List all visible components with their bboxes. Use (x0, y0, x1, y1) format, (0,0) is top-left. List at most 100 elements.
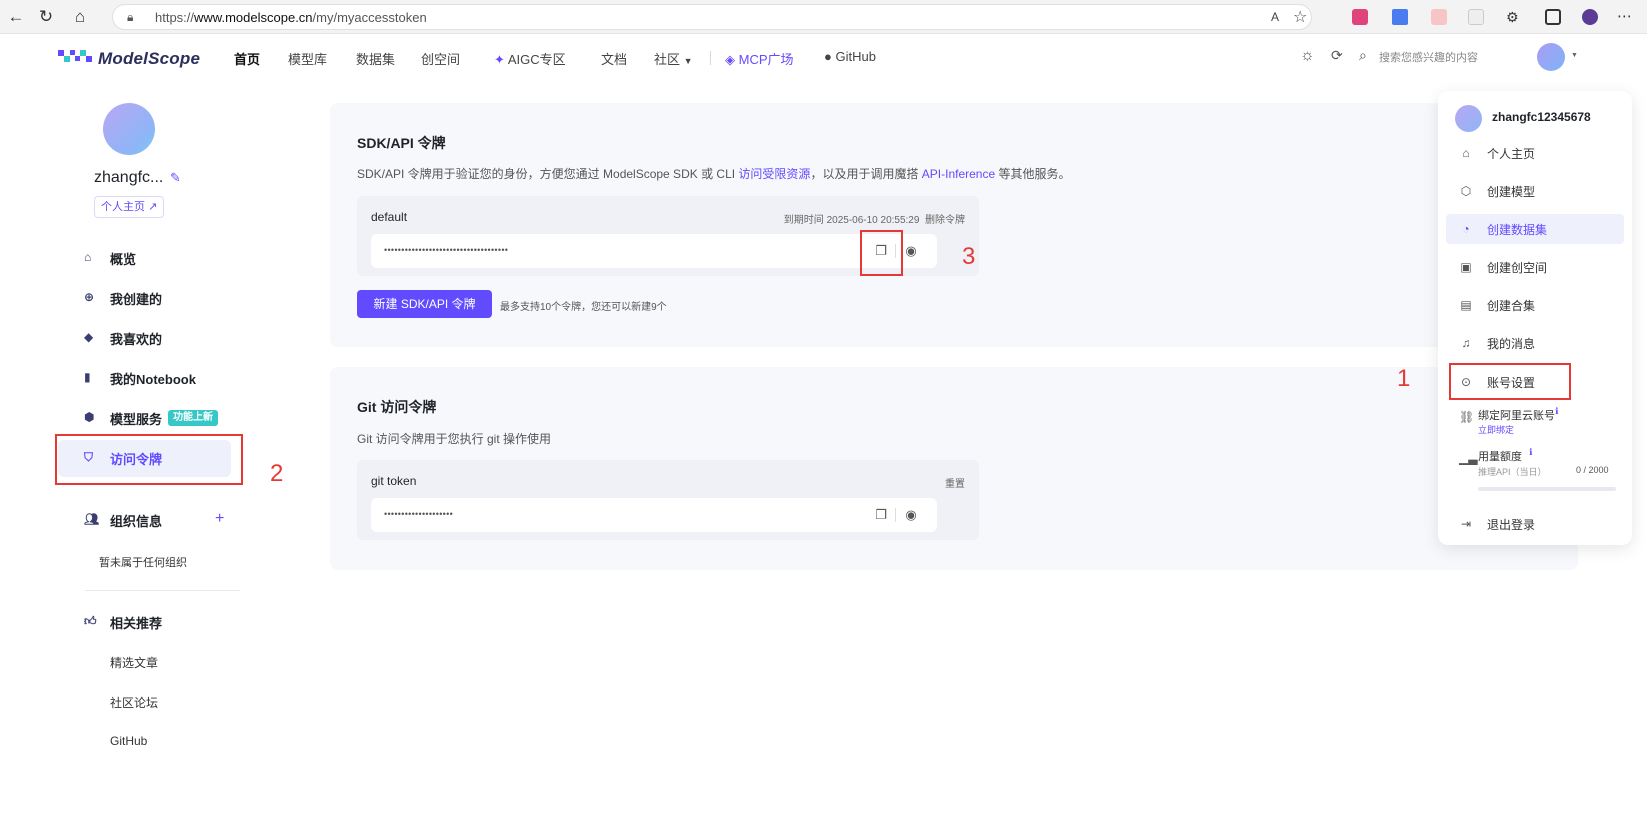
nav-aigc[interactable]: ✦ AIGC专区 (494, 49, 566, 68)
puzzle-icon[interactable]: ⚙ (1506, 9, 1522, 25)
users-icon: 👥︎ (84, 512, 100, 526)
reload-icon[interactable]: ↻ (36, 7, 56, 27)
chevron-down-icon: ▼ (683, 56, 693, 66)
quota-value: 0 / 2000 (1576, 465, 1609, 475)
menu-item-homepage[interactable]: ⌂ 个人主页 (1446, 138, 1624, 168)
collection-icon: ▤ (1460, 298, 1472, 312)
sparkle-icon: ✦ (494, 52, 505, 67)
language-icon[interactable]: ⟳ (1331, 47, 1343, 64)
mcp-icon: ◈ (725, 52, 735, 67)
site-header: ModelScope 首页 模型库 数据集 创空间 ✦ AIGC专区 文档 社区… (0, 34, 1647, 90)
copy-icon[interactable]: ❐ (873, 507, 889, 523)
api-inference-link[interactable]: API-Inference (922, 167, 995, 181)
modelscope-logo-icon[interactable] (58, 47, 92, 65)
nav-datasets[interactable]: 数据集 (356, 49, 395, 68)
git-token-panel: Git 访问令牌 Git 访问令牌用于您执行 git 操作使用 git toke… (330, 367, 1578, 570)
new-sdk-token-button[interactable]: 新建 SDK/API 令牌 (357, 290, 492, 318)
quota-sub: 推理API（当日） (1478, 467, 1547, 477)
nav-docs[interactable]: 文档 (601, 49, 627, 68)
annotation-box-3 (860, 230, 903, 276)
user-dropdown-menu: zhangfc12345678 ⌂ 个人主页 ⬡ 创建模型 ◔ 创建数据集 ▣ 创建创空… (1438, 91, 1632, 545)
eye-icon[interactable]: ◉ (903, 243, 919, 259)
browser-toolbar: ← ↻ ⌂ 🔒︎ https://www.modelscope.cn/my/my… (0, 0, 1647, 34)
home-icon: ⌂ (84, 250, 92, 264)
avatar-chevron-icon[interactable]: ▼ (1571, 52, 1578, 59)
thumbs-up-icon: 👍︎ (84, 614, 97, 628)
menu-item-logout[interactable]: ⇥ 退出登录 (1446, 509, 1624, 539)
extension-1-icon[interactable] (1352, 9, 1368, 25)
home-icon: ⌂ (1462, 146, 1470, 160)
profile-icon[interactable] (1582, 9, 1598, 25)
add-org-icon[interactable]: + (215, 510, 224, 528)
chart-icon: ▁▃ (1459, 451, 1478, 465)
menu-item-messages[interactable]: ♫ 我的消息 (1446, 328, 1624, 358)
favorite-star-icon[interactable]: ☆ (1293, 7, 1307, 27)
bind-now-link[interactable]: 立即绑定 (1478, 423, 1514, 436)
back-icon[interactable]: ← (6, 7, 26, 27)
logo-text[interactable]: ModelScope (98, 49, 200, 69)
logout-icon: ⇥ (1460, 517, 1472, 531)
nav-models[interactable]: 模型库 (288, 49, 327, 68)
annotation-box-2 (55, 434, 243, 485)
sdk-token-field[interactable]: •••••••••••••••••••••••••••••••••••• ❐ ◉ (371, 234, 937, 268)
restricted-resources-link[interactable]: 访问受限资源 (738, 167, 810, 181)
collections-icon[interactable] (1545, 9, 1561, 25)
nav-home[interactable]: 首页 (234, 49, 260, 68)
extension-2-icon[interactable] (1392, 9, 1408, 25)
address-bar[interactable]: 🔒︎ https://www.modelscope.cn/my/myaccess… (112, 4, 1312, 30)
related-forum-link[interactable]: 社区论坛 (110, 694, 158, 711)
nav-community[interactable]: 社区 ▼ (654, 49, 693, 68)
git-reset-link[interactable]: 重置 (945, 475, 965, 490)
menu-item-bind-aliyun[interactable]: ⛓ 绑定阿里云账号 ℹ 立即绑定 (1446, 404, 1624, 438)
annotation-box-1 (1449, 363, 1571, 400)
diamond-icon: ◆ (84, 330, 94, 344)
sdk-token-meta: 到期时间 2025-06-10 20:55:29 删除令牌 (784, 211, 965, 226)
search-input[interactable]: ⌕ 搜索您感兴趣的内容 (1357, 45, 1522, 69)
menu-item-quota[interactable]: ▁▃ 用量额度 ℹ 推理API（当日） 0 / 2000 (1446, 445, 1624, 479)
sidebar-divider (85, 590, 240, 591)
menu-item-create-dataset[interactable]: ◔ 创建数据集 (1446, 214, 1624, 244)
nav-divider (710, 51, 711, 65)
quota-label: 用量额度 (1478, 451, 1522, 463)
profile-username: zhangfc... (94, 169, 164, 186)
cube-icon: ⬢ (84, 410, 95, 424)
git-token-field[interactable]: •••••••••••••••••••• ❐ ◉ (371, 498, 937, 532)
plus-circle-icon: ⊕ (84, 290, 95, 304)
home-icon[interactable]: ⌂ (70, 7, 90, 27)
delete-token-link[interactable]: 删除令牌 (925, 215, 965, 226)
extension-4-icon[interactable] (1468, 9, 1484, 25)
nav-github[interactable]: ● GitHub (824, 49, 876, 64)
org-empty-text: 暂未属于任何组织 (99, 557, 187, 569)
search-icon: ⌕ (1359, 47, 1367, 63)
sdk-token-name: default (371, 210, 408, 224)
nav-studios[interactable]: 创空间 (421, 49, 460, 68)
personal-homepage-link[interactable]: 个人主页 ↗ (94, 196, 165, 218)
sdk-description: SDK/API 令牌用于验证您的身份，方便您通过 ModelScope SDK … (357, 167, 1071, 181)
dataset-icon: ◔ (1462, 222, 1470, 236)
quota-progress-bar (1478, 487, 1616, 491)
read-aloud-icon[interactable]: A (1271, 10, 1279, 24)
sdk-title: SDK/API 令牌 (357, 135, 446, 151)
info-icon: ℹ (1529, 447, 1533, 457)
related-github-link[interactable]: GitHub (110, 734, 147, 748)
more-icon[interactable]: ⋯ (1617, 7, 1632, 25)
space-icon: ▣ (1460, 260, 1472, 274)
info-icon: ℹ (1555, 406, 1559, 416)
nav-mcp[interactable]: ◈ MCP广场 (725, 49, 794, 68)
bell-icon: ♫ (1461, 336, 1471, 350)
related-articles-link[interactable]: 精选文章 (110, 654, 158, 671)
url-text: https://www.modelscope.cn/my/myaccesstok… (155, 10, 427, 25)
token-limit-hint: 最多支持10个令牌，您还可以新建9个 (500, 302, 667, 313)
git-token-card: git token 重置 •••••••••••••••••••• ❐ ◉ (357, 460, 979, 540)
git-title: Git 访问令牌 (357, 399, 437, 415)
menu-avatar (1455, 105, 1482, 132)
user-avatar[interactable] (1537, 43, 1565, 71)
menu-item-create-space[interactable]: ▣ 创建创空间 (1446, 252, 1624, 282)
theme-sun-icon[interactable]: ☼ (1300, 47, 1315, 65)
edit-profile-icon[interactable]: ✎ (170, 170, 181, 186)
extension-3-icon[interactable] (1431, 9, 1447, 25)
annotation-number-3: 3 (962, 243, 976, 270)
eye-icon[interactable]: ◉ (903, 507, 919, 523)
menu-item-create-model[interactable]: ⬡ 创建模型 (1446, 176, 1624, 206)
menu-item-create-collection[interactable]: ▤ 创建合集 (1446, 290, 1624, 320)
